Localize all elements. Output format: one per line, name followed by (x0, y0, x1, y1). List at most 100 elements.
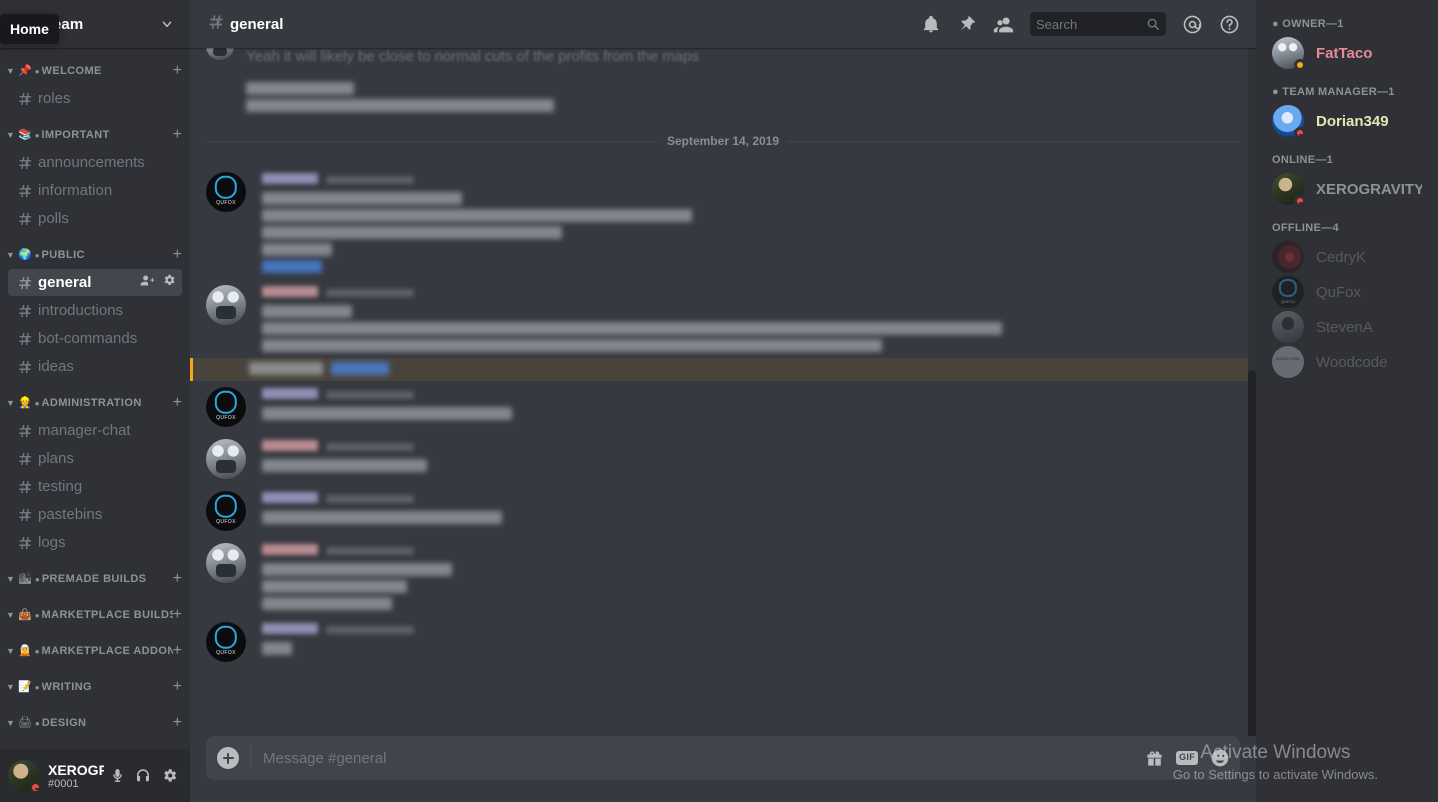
message-author[interactable] (262, 492, 318, 503)
message-author[interactable] (262, 440, 318, 451)
gear-icon[interactable] (156, 763, 182, 789)
sidebar-item-announcements[interactable]: announcements (8, 149, 182, 176)
message-author[interactable] (262, 544, 318, 555)
sidebar-item-general[interactable]: general (8, 269, 182, 296)
member-woodcode[interactable]: Woodcode (1264, 345, 1430, 379)
member-qufox[interactable]: QuFox (1264, 275, 1430, 309)
category-public[interactable]: ▼🌍●PUBLIC+ (0, 242, 190, 268)
invite-person-icon[interactable] (140, 273, 155, 293)
avatar[interactable] (206, 491, 246, 531)
member-stevena[interactable]: StevenA (1264, 310, 1430, 344)
chevron-down-icon[interactable]: ▼ (6, 646, 18, 656)
chevron-down-icon[interactable]: ▼ (6, 610, 18, 620)
chevron-down-icon[interactable]: ▼ (6, 398, 18, 408)
plus-icon[interactable]: + (173, 607, 182, 623)
avatar[interactable] (8, 760, 40, 792)
plus-icon[interactable]: + (173, 679, 182, 695)
category-marketplace-builds[interactable]: ▼👜●MARKETPLACE BUILDS+ (0, 602, 190, 628)
plus-icon[interactable]: + (173, 395, 182, 411)
message-author[interactable] (262, 286, 318, 297)
chevron-down-icon[interactable]: ▼ (6, 574, 18, 584)
mention-pill[interactable] (331, 362, 389, 375)
search-input[interactable] (1036, 17, 1146, 32)
message-scrollbar[interactable] (1248, 48, 1256, 736)
member-cedryk[interactable]: CedryK (1264, 240, 1430, 274)
gift-icon[interactable] (1145, 749, 1164, 768)
message-row[interactable] (190, 485, 1256, 537)
sidebar-item-plans[interactable]: plans (8, 445, 182, 472)
hash-lock-icon (16, 478, 34, 496)
help-icon[interactable] (1219, 14, 1240, 35)
chevron-down-icon[interactable] (160, 17, 174, 31)
plus-icon[interactable]: + (173, 643, 182, 659)
headphones-icon[interactable] (130, 763, 156, 789)
sidebar-item-ideas[interactable]: ideas (8, 353, 182, 380)
category-marketplace-addons[interactable]: ▼🧝●MARKETPLACE ADDONS+ (0, 638, 190, 664)
plus-icon[interactable]: + (173, 247, 182, 263)
search-box[interactable] (1030, 12, 1166, 36)
plus-icon[interactable]: + (173, 63, 182, 79)
sidebar-item-pastebins[interactable]: pastebins (8, 501, 182, 528)
member-xerogravity[interactable]: XEROGRAVITY (1264, 172, 1430, 206)
chevron-down-icon[interactable]: ▼ (6, 66, 18, 76)
avatar[interactable] (206, 387, 246, 427)
avatar[interactable] (206, 285, 246, 325)
message-link[interactable] (262, 260, 322, 273)
chevron-down-icon[interactable]: ▼ (6, 250, 18, 260)
chevron-down-icon[interactable]: ▼ (6, 682, 18, 692)
channel-list[interactable]: ▼📌●WELCOME+roles ▼📚●IMPORTANT+announcemen… (0, 48, 190, 802)
sidebar-item-manager-chat[interactable]: manager-chat (8, 417, 182, 444)
message-row[interactable] (190, 537, 1256, 616)
category-design[interactable]: ▼🖨●DESIGN+ (0, 710, 190, 736)
message-row[interactable] (190, 381, 1256, 433)
message-row[interactable] (190, 433, 1256, 485)
member-fattaco[interactable]: FatTaco (1264, 36, 1430, 70)
avatar[interactable] (206, 622, 246, 662)
avatar[interactable] (206, 543, 246, 583)
mention-highlight-row[interactable] (190, 358, 1256, 381)
category-welcome[interactable]: ▼📌●WELCOME+ (0, 58, 190, 84)
message-scroll-region[interactable]: Yeah it will likely be close to normal c… (190, 48, 1256, 736)
status-badge-dnd (1294, 127, 1306, 139)
message-row[interactable] (190, 166, 1256, 279)
message-author[interactable] (262, 623, 318, 634)
chevron-down-icon[interactable]: ▼ (6, 130, 18, 140)
sidebar-item-logs[interactable]: logs (8, 529, 182, 556)
emoji-icon[interactable] (1210, 748, 1230, 768)
sidebar-item-testing[interactable]: testing (8, 473, 182, 500)
sidebar-item-roles[interactable]: roles (8, 85, 182, 112)
mentions-icon[interactable] (1182, 14, 1203, 35)
plus-icon[interactable]: + (173, 715, 182, 731)
category-important[interactable]: ▼📚●IMPORTANT+ (0, 122, 190, 148)
sidebar-item-bot-commands[interactable]: bot-commands (8, 325, 182, 352)
category-writing[interactable]: ▼📝●WRITING+ (0, 674, 190, 700)
message-row[interactable] (190, 616, 1256, 668)
category-administration[interactable]: ▼👷●ADMINISTRATION+ (0, 390, 190, 416)
sidebar-item-information[interactable]: information (8, 177, 182, 204)
plus-icon[interactable]: + (173, 127, 182, 143)
members-icon[interactable] (993, 14, 1014, 35)
message-author[interactable] (262, 173, 318, 184)
avatar[interactable] (206, 48, 234, 60)
message-author[interactable] (262, 388, 318, 399)
plus-icon[interactable]: + (173, 571, 182, 587)
sidebar-item-introductions[interactable]: introductions (8, 297, 182, 324)
plus-circle-icon[interactable] (206, 747, 250, 769)
scrollbar-thumb[interactable] (1248, 370, 1256, 736)
status-badge-dnd (1294, 195, 1306, 207)
pin-icon[interactable] (957, 14, 977, 34)
gif-icon[interactable]: GIF (1176, 751, 1198, 765)
microphone-icon[interactable] (104, 763, 130, 789)
member-list[interactable]: ● OWNER—1FatTaco● TEAM MANAGER—1Dorian34… (1256, 0, 1438, 802)
avatar[interactable] (206, 439, 246, 479)
message-input[interactable] (250, 744, 1135, 772)
message-composer: GIF (190, 736, 1256, 802)
bell-icon[interactable] (921, 14, 941, 34)
chevron-down-icon[interactable]: ▼ (6, 718, 18, 728)
member-dorian349[interactable]: Dorian349 (1264, 104, 1430, 138)
avatar[interactable] (206, 172, 246, 212)
gear-icon[interactable] (162, 273, 176, 292)
message-row[interactable] (190, 279, 1256, 358)
category-premade-builds[interactable]: ▼🏙●PREMADE BUILDS+ (0, 566, 190, 592)
sidebar-item-polls[interactable]: polls (8, 205, 182, 232)
